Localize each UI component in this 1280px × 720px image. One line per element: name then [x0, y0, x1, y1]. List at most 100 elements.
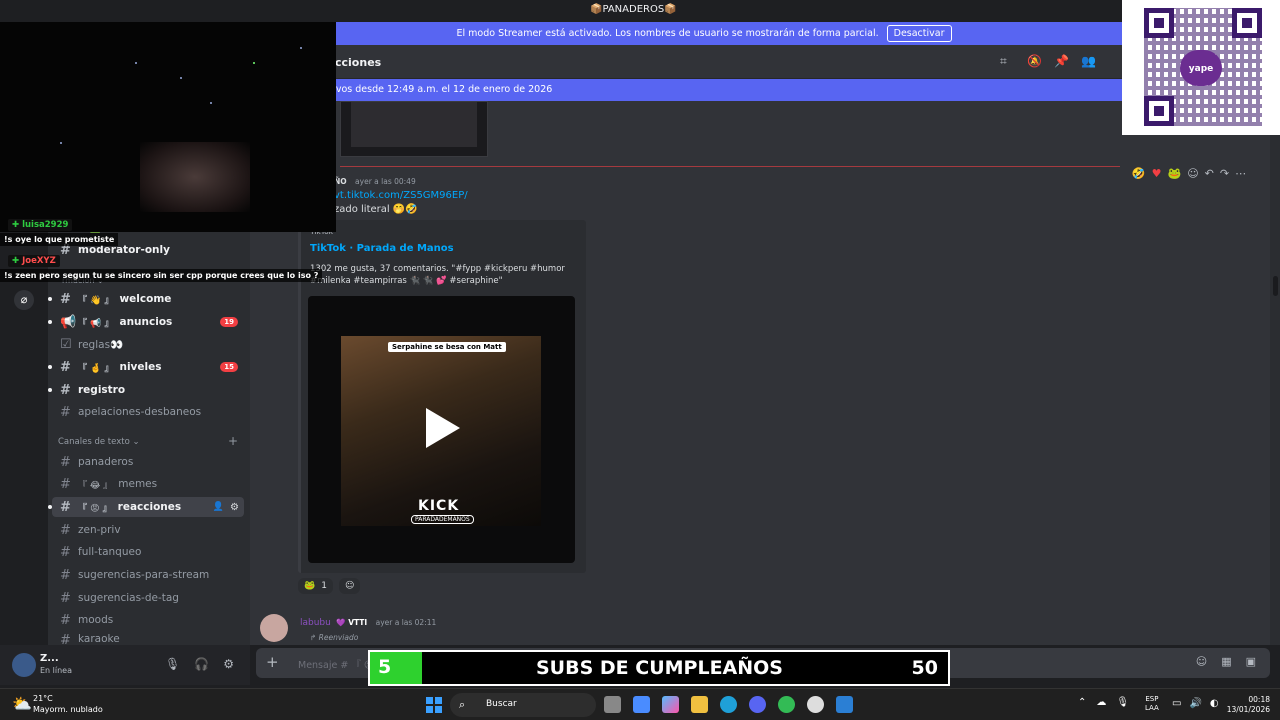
embed-title[interactable]: TikTok · Parada de Manos	[310, 243, 454, 254]
channel-anuncios[interactable]: 📢 『 📢 』 anuncios 19	[48, 312, 244, 332]
forward-icon[interactable]: ↷	[1220, 167, 1229, 180]
channel-apelaciones[interactable]: # apelaciones-desbaneos	[52, 402, 244, 422]
channel-moods[interactable]: # moods	[52, 610, 244, 630]
previous-image-attachment[interactable]	[340, 101, 488, 157]
channel-registro[interactable]: # registro	[48, 380, 244, 400]
play-icon[interactable]	[426, 408, 460, 448]
gift-box-icon[interactable]: ▣	[1246, 655, 1256, 668]
message2-author[interactable]: labubu	[300, 618, 331, 628]
message-text: zado literal 🤭🤣	[334, 204, 418, 215]
video-sub: PARADADEMANOS	[411, 515, 474, 524]
chevron-up-icon[interactable]: ⌃	[1078, 697, 1086, 708]
apps-icon[interactable]: ▦	[1221, 655, 1231, 668]
onedrive-icon[interactable]: ☁	[1096, 697, 1106, 708]
add-attachment-icon[interactable]: +	[266, 653, 279, 671]
weather-condition[interactable]: Mayorm. nublado	[33, 705, 103, 714]
new-messages-divider	[340, 166, 1120, 167]
message-header: ÑO ayer a las 00:49	[334, 177, 416, 186]
channel-reglas[interactable]: ☑ reglas👀	[52, 334, 244, 354]
channel-niveles[interactable]: # 『 🤞 』 niveles 15	[48, 357, 244, 377]
language-indicator[interactable]: ESP LAA	[1145, 695, 1159, 713]
channel-sugerencias-tag[interactable]: # sugerencias-de-tag	[52, 588, 244, 608]
more-icon[interactable]: ⋯	[1235, 167, 1246, 180]
channel-karaoke[interactable]: # karaoke	[52, 633, 244, 645]
unread-indicator	[48, 320, 52, 324]
scrollbar-thumb[interactable]	[1273, 276, 1278, 296]
embed-video[interactable]: Serpahine se besa con Matt KICK PARADADE…	[308, 296, 575, 563]
task-view-icon[interactable]	[604, 696, 621, 713]
discover-icon[interactable]: ⌀	[14, 290, 34, 310]
copilot-icon[interactable]	[662, 696, 679, 713]
app2-icon[interactable]	[807, 696, 824, 713]
taskbar-search[interactable]: ⌕ Buscar	[450, 693, 596, 717]
disable-streamer-button[interactable]: Desactivar	[886, 25, 952, 42]
role-tag: 💜 VTTI	[336, 618, 368, 627]
message-actions: 🤣 ♥ 🐸 ☺ ↶ ↷ ⋯	[1118, 163, 1260, 183]
channel-panaderos[interactable]: # panaderos	[52, 452, 244, 472]
unread-indicator	[48, 388, 52, 392]
heart-reaction-icon[interactable]: ♥	[1152, 167, 1162, 180]
reaction-pill[interactable]: 🐸 1	[298, 578, 333, 594]
add-reaction-icon[interactable]: ☺	[1187, 167, 1198, 180]
avatar[interactable]	[260, 614, 288, 642]
channel-sugerencias-stream[interactable]: # sugerencias-para-stream	[52, 565, 244, 585]
channel-zen-priv[interactable]: # zen-priv	[52, 520, 244, 540]
hash-icon: #	[60, 499, 71, 515]
windows-start-icon[interactable]	[426, 697, 442, 713]
invite-icon[interactable]: 👤	[213, 502, 224, 512]
discord-icon[interactable]	[749, 696, 766, 713]
channel-welcome[interactable]: # 『 👋 』 welcome	[48, 289, 244, 309]
gear-icon[interactable]: ⚙	[223, 657, 234, 671]
category-text-channels[interactable]: Canales de texto ⌄	[58, 437, 140, 447]
hash-icon: #	[60, 476, 71, 492]
weather-icon[interactable]: ⛅	[12, 694, 32, 713]
avatar[interactable]	[12, 653, 36, 677]
mic-tray-icon[interactable]: 🎙	[1116, 697, 1129, 708]
pin-icon[interactable]: 📌	[1054, 54, 1069, 68]
user-status: En línea	[40, 666, 73, 675]
clock[interactable]: 00:18 13/01/2026	[1224, 695, 1270, 715]
volume-icon[interactable]: 🔊	[1189, 698, 1201, 709]
gift-icon[interactable]: ☺	[1196, 655, 1207, 668]
headphones-icon[interactable]: 🎧	[194, 657, 209, 671]
mute-icon[interactable]: 🔕	[1027, 54, 1042, 68]
new-messages-bar[interactable]: evos desde 12:49 a.m. el 12 de enero de …	[250, 79, 1130, 101]
chat-message: !s zeen pero segun tu se sincero sin ser…	[0, 269, 323, 282]
threads-icon[interactable]: ⌗	[1000, 54, 1014, 68]
add-channel-icon[interactable]: +	[228, 434, 238, 448]
weather-temp[interactable]: 21°C	[33, 694, 53, 703]
custom-reaction-icon[interactable]: 🐸	[1167, 167, 1181, 180]
channel-reacciones[interactable]: # 『 😡 』 reacciones 👤 ⚙	[48, 497, 244, 517]
microphone-icon[interactable]: 🎙	[165, 657, 180, 671]
channel-full-tanqueo[interactable]: # full-tanqueo	[52, 542, 244, 562]
battery-icon[interactable]: ◐	[1210, 698, 1219, 709]
file-explorer-icon[interactable]	[691, 696, 708, 713]
message2-header: labubu 💜 VTTI ayer a las 02:11	[300, 618, 436, 628]
add-reaction-button[interactable]: ☺	[338, 578, 361, 594]
channel-label: memes	[118, 478, 158, 490]
hash-icon: #	[60, 544, 71, 560]
channel-label: registro	[78, 384, 126, 396]
clock-date: 13/01/2026	[1226, 705, 1270, 714]
scrollbar[interactable]	[1270, 101, 1280, 645]
channel-label: full-tanqueo	[78, 546, 142, 558]
network-icon[interactable]: ▭	[1172, 698, 1181, 709]
hash-icon: #	[60, 567, 71, 583]
channel-memes[interactable]: # 『 😂 』 memes	[52, 474, 244, 494]
hash-icon: #	[60, 590, 71, 606]
app3-icon[interactable]	[836, 696, 853, 713]
store-icon[interactable]	[633, 696, 650, 713]
title-bar: 📦PANADEROS📦	[0, 0, 1280, 22]
channel-deco: 『 📢 』	[78, 318, 114, 329]
channel-label: panaderos	[78, 456, 134, 468]
channel-deco: 『 😡 』	[78, 503, 112, 514]
members-icon[interactable]: 👥	[1081, 54, 1096, 68]
gear-icon[interactable]: ⚙	[230, 502, 239, 513]
edge-icon[interactable]	[720, 696, 737, 713]
app-icon[interactable]	[778, 696, 795, 713]
message-link[interactable]: vt.tiktok.com/ZS5GM96EP/	[334, 190, 468, 201]
video-caption: Serpahine se besa con Matt	[388, 342, 506, 352]
laugh-reaction-icon[interactable]: 🤣	[1132, 167, 1146, 180]
channel-label: anuncios	[119, 316, 173, 328]
reply-icon[interactable]: ↶	[1205, 167, 1214, 180]
